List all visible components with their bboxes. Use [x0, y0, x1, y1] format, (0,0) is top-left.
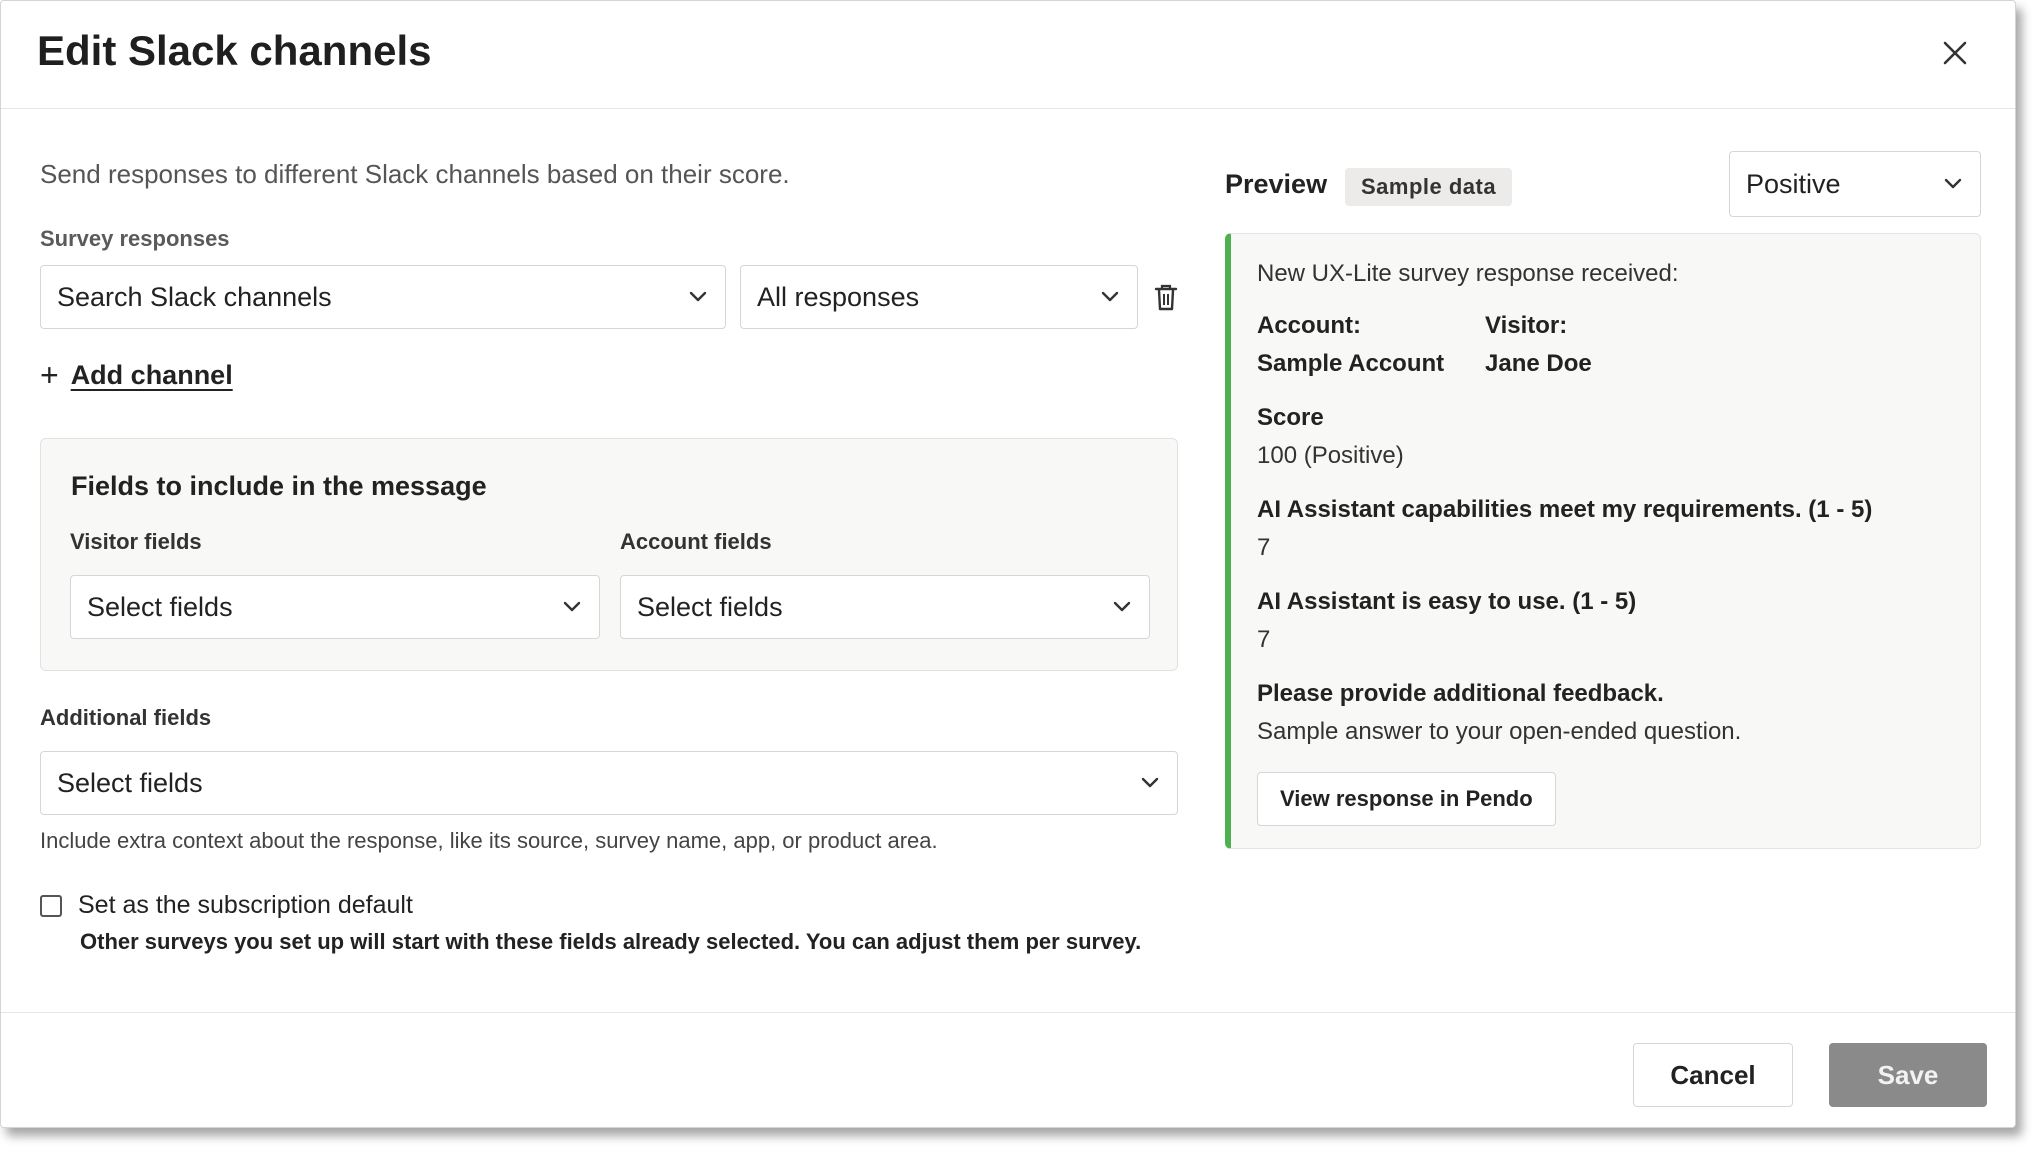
- dialog-header: Edit Slack channels: [1, 1, 2015, 109]
- chevron-down-icon: [563, 601, 581, 612]
- score-label: Score: [1257, 404, 1324, 431]
- chevron-down-icon: [1944, 178, 1962, 189]
- subscription-default-label: Set as the subscription default: [78, 891, 413, 919]
- account-fields-select[interactable]: Select fields: [620, 575, 1150, 639]
- trash-icon[interactable]: [1153, 282, 1179, 312]
- question-2-label: AI Assistant is easy to use. (1 - 5): [1257, 588, 1637, 615]
- additional-fields-hint: Include extra context about the response…: [40, 828, 938, 853]
- slack-message-preview: New UX-Lite survey response received: Ac…: [1225, 233, 1981, 849]
- chevron-down-icon: [1141, 777, 1159, 788]
- subscription-default-description: Other surveys you set up will start with…: [80, 929, 1142, 954]
- response-filter-value: All responses: [757, 281, 920, 312]
- dialog-footer: Cancel Save: [1, 1012, 2015, 1127]
- slack-channel-select[interactable]: Search Slack channels: [40, 265, 726, 329]
- intro-text: Send responses to different Slack channe…: [40, 159, 790, 189]
- chevron-down-icon: [1101, 291, 1119, 302]
- sentiment-select-value: Positive: [1746, 168, 1841, 199]
- message-fields-section: Fields to include in the message Visitor…: [40, 438, 1178, 671]
- question-2-value: 7: [1257, 626, 1271, 653]
- message-heading: New UX-Lite survey response received:: [1257, 260, 1679, 287]
- question-1-label: AI Assistant capabilities meet my requir…: [1257, 496, 1873, 523]
- message-fields-title: Fields to include in the message: [71, 471, 487, 501]
- account-fields-label: Account fields: [620, 529, 772, 554]
- visitor-fields-select[interactable]: Select fields: [70, 575, 600, 639]
- close-icon[interactable]: [1937, 35, 1973, 71]
- subscription-default-checkbox[interactable]: [40, 894, 62, 917]
- sample-data-badge: Sample data: [1345, 168, 1513, 206]
- edit-slack-channels-dialog: Edit Slack channels Send responses to di…: [0, 0, 2016, 1128]
- visitor-label: Visitor:: [1485, 312, 1568, 339]
- question-3-value: Sample answer to your open-ended questio…: [1257, 718, 1742, 745]
- view-in-pendo-button[interactable]: View response in Pendo: [1257, 772, 1556, 826]
- additional-fields-value: Select fields: [57, 767, 203, 798]
- preview-title: Preview: [1225, 169, 1328, 199]
- save-button[interactable]: Save: [1829, 1043, 1987, 1107]
- subscription-default-option: Set as the subscription default: [40, 891, 413, 920]
- add-channel-button[interactable]: + Add channel: [40, 359, 233, 391]
- add-channel-label: Add channel: [70, 359, 233, 390]
- question-1-value: 7: [1257, 534, 1271, 561]
- chevron-down-icon: [689, 291, 707, 302]
- chevron-down-icon: [1113, 601, 1131, 612]
- survey-responses-label: Survey responses: [40, 226, 230, 251]
- visitor-value: Jane Doe: [1485, 350, 1592, 377]
- account-label: Account:: [1257, 312, 1361, 339]
- account-value: Sample Account: [1257, 350, 1445, 377]
- additional-fields-label: Additional fields: [40, 705, 212, 730]
- sentiment-select[interactable]: Positive: [1729, 151, 1981, 217]
- slack-channel-select-value: Search Slack channels: [57, 281, 332, 312]
- question-3-label: Please provide additional feedback.: [1257, 680, 1664, 707]
- additional-fields-select[interactable]: Select fields: [40, 751, 1178, 815]
- account-fields-value: Select fields: [637, 591, 783, 622]
- cancel-button[interactable]: Cancel: [1633, 1043, 1793, 1107]
- score-value: 100 (Positive): [1257, 442, 1404, 469]
- plus-icon: +: [40, 357, 59, 393]
- visitor-fields-value: Select fields: [87, 591, 233, 622]
- response-filter-select[interactable]: All responses: [740, 265, 1138, 329]
- visitor-fields-label: Visitor fields: [70, 529, 202, 554]
- dialog-title: Edit Slack channels: [37, 27, 432, 74]
